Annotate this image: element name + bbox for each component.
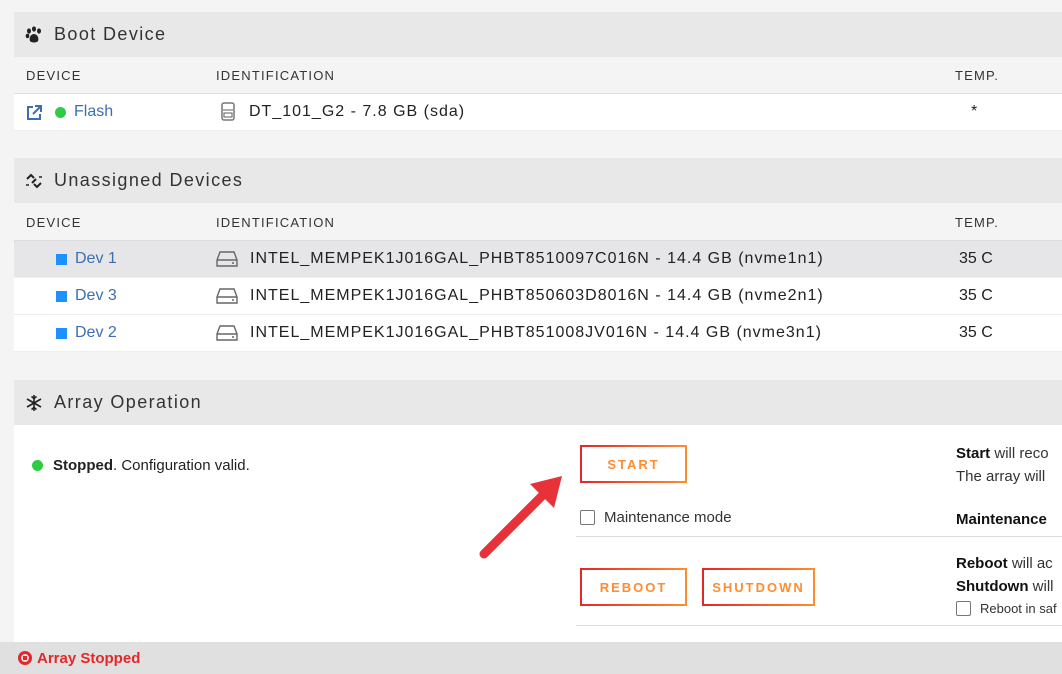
unassigned-devices-table: DEVICE IDENTIFICATION TEMP. Dev 1 INTEL_… bbox=[14, 205, 1062, 352]
table-row[interactable]: Dev 1 INTEL_MEMPEK1J016GAL_PHBT8510097C0… bbox=[14, 241, 1062, 278]
reboot-safe-mode-label: Reboot in saf bbox=[980, 601, 1057, 616]
boot-device-header: Boot Device bbox=[14, 12, 1062, 57]
table-row[interactable]: Dev 3 INTEL_MEMPEK1J016GAL_PHBT850603D80… bbox=[14, 278, 1062, 315]
unassigned-devices-header: Unassigned Devices bbox=[14, 158, 1062, 203]
temp-column-header: TEMP. bbox=[955, 215, 1000, 230]
array-status-text: Array Stopped bbox=[37, 649, 141, 667]
usb-drive-icon bbox=[219, 102, 237, 122]
status-text: . Configuration valid. bbox=[113, 457, 250, 474]
divider bbox=[576, 625, 1062, 626]
temp-column-header: TEMP. bbox=[955, 68, 1000, 83]
external-link-icon[interactable] bbox=[26, 104, 43, 121]
maintenance-mode-label: Maintenance mode bbox=[604, 509, 732, 526]
shutdown-description: Shutdown will bbox=[956, 578, 1054, 595]
hard-drive-icon bbox=[216, 287, 238, 305]
annotation-arrow bbox=[479, 476, 562, 559]
hard-drive-icon bbox=[216, 324, 238, 342]
table-row: Flash DT_101_G2 - 7.8 GB (sda) * bbox=[14, 94, 1062, 131]
status-bar: Array Stopped bbox=[0, 642, 1062, 674]
table-header: DEVICE IDENTIFICATION TEMP. bbox=[14, 58, 1062, 94]
array-operation-header: Array Operation bbox=[14, 380, 1062, 425]
hard-drive-icon bbox=[216, 250, 238, 268]
boot-device-table: DEVICE IDENTIFICATION TEMP. Flash DT_101… bbox=[14, 58, 1062, 131]
start-description-line2: The array will bbox=[956, 468, 1046, 485]
device-identification: INTEL_MEMPEK1J016GAL_PHBT8510097C016N - … bbox=[250, 250, 824, 267]
device-column-header: DEVICE bbox=[26, 215, 82, 230]
unlink-icon bbox=[24, 171, 44, 191]
array-status: Stopped . Configuration valid. bbox=[32, 457, 250, 474]
shutdown-button[interactable]: SHUTDOWN bbox=[702, 568, 815, 606]
reboot-description: Reboot will ac bbox=[956, 555, 1053, 572]
maintenance-description: Maintenance bbox=[956, 511, 1047, 528]
start-button[interactable]: START bbox=[580, 445, 687, 483]
device-link[interactable]: Dev 3 bbox=[75, 287, 117, 305]
identification-column-header: IDENTIFICATION bbox=[216, 215, 336, 230]
device-status-square bbox=[56, 253, 67, 265]
device-status-square bbox=[56, 327, 67, 339]
device-identification: INTEL_MEMPEK1J016GAL_PHBT851008JV016N - … bbox=[250, 324, 822, 341]
status-dot bbox=[55, 106, 66, 118]
boot-device-title: Boot Device bbox=[54, 24, 167, 44]
status-label: Stopped bbox=[53, 457, 113, 474]
device-identification: DT_101_G2 - 7.8 GB (sda) bbox=[249, 103, 466, 120]
identification-column-header: IDENTIFICATION bbox=[216, 68, 336, 83]
maintenance-mode-option[interactable]: Maintenance mode bbox=[580, 509, 732, 526]
reboot-button[interactable]: REBOOT bbox=[580, 568, 687, 606]
table-header: DEVICE IDENTIFICATION TEMP. bbox=[14, 205, 1062, 241]
maintenance-mode-checkbox[interactable] bbox=[580, 510, 595, 525]
array-operation-title: Array Operation bbox=[54, 392, 203, 412]
unassigned-devices-title: Unassigned Devices bbox=[54, 170, 244, 190]
snowflake-icon bbox=[24, 393, 44, 413]
stop-icon bbox=[18, 651, 32, 665]
divider bbox=[576, 536, 1062, 537]
reboot-safe-mode-option[interactable]: Reboot in saf bbox=[956, 601, 1057, 616]
status-dot bbox=[32, 460, 43, 471]
table-row[interactable]: Dev 2 INTEL_MEMPEK1J016GAL_PHBT851008JV0… bbox=[14, 315, 1062, 352]
device-temp: 35 C bbox=[959, 250, 993, 267]
device-temp: * bbox=[971, 103, 978, 120]
paw-icon bbox=[24, 25, 44, 45]
device-temp: 35 C bbox=[959, 324, 993, 341]
device-column-header: DEVICE bbox=[26, 68, 82, 83]
device-status-square bbox=[56, 290, 67, 302]
device-link[interactable]: Flash bbox=[74, 103, 113, 121]
device-temp: 35 C bbox=[959, 287, 993, 304]
start-description: Start will reco bbox=[956, 445, 1049, 462]
device-link[interactable]: Dev 1 bbox=[75, 250, 117, 268]
device-link[interactable]: Dev 2 bbox=[75, 324, 117, 342]
device-identification: INTEL_MEMPEK1J016GAL_PHBT850603D8016N - … bbox=[250, 287, 824, 304]
reboot-safe-mode-checkbox[interactable] bbox=[956, 601, 971, 616]
